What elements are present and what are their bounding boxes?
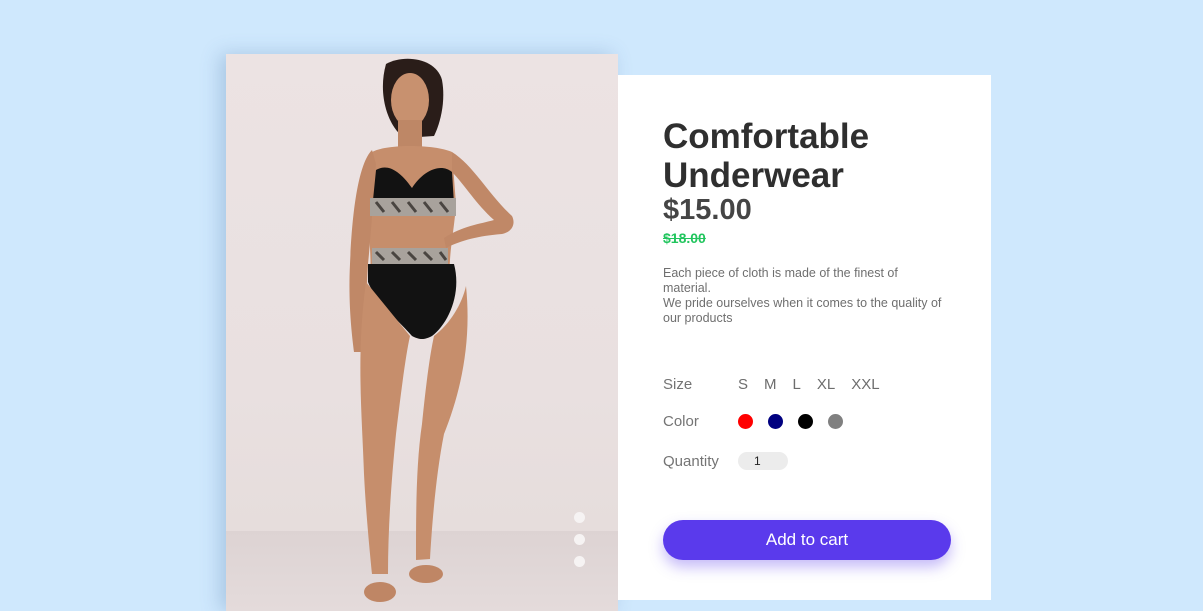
product-price: $15.00	[663, 194, 752, 226]
color-swatches	[738, 414, 843, 429]
product-description: Each piece of cloth is made of the fines…	[663, 266, 948, 326]
product-page: Comfortable Underwear $15.00 $18.00 Each…	[0, 0, 1203, 611]
product-image	[226, 54, 618, 611]
description-line: Each piece of cloth is made of the fines…	[663, 266, 898, 295]
model-figure	[349, 58, 514, 602]
carousel-dots	[574, 512, 585, 567]
size-option-xxl[interactable]: XXL	[851, 376, 879, 393]
size-row: Size S M L XL XXL	[663, 376, 896, 393]
size-option-l[interactable]: L	[793, 376, 801, 393]
size-option-s[interactable]: S	[738, 376, 748, 393]
color-swatch-black[interactable]	[798, 414, 813, 429]
quantity-row: Quantity	[663, 452, 788, 470]
product-details-card: Comfortable Underwear $15.00 $18.00 Each…	[618, 75, 991, 600]
size-option-xl[interactable]: XL	[817, 376, 835, 393]
product-title: Comfortable Underwear	[663, 117, 870, 195]
color-swatch-red[interactable]	[738, 414, 753, 429]
quantity-label: Quantity	[663, 452, 719, 470]
product-old-price: $18.00	[663, 230, 706, 246]
carousel-dot[interactable]	[574, 556, 585, 567]
size-option-m[interactable]: M	[764, 376, 777, 393]
size-options: S M L XL XXL	[738, 376, 896, 393]
description-line: We pride ourselves when it comes to the …	[663, 296, 942, 325]
color-label: Color	[663, 413, 699, 430]
add-to-cart-button[interactable]: Add to cart	[663, 520, 951, 560]
quantity-input[interactable]	[738, 452, 788, 470]
carousel-dot[interactable]	[574, 512, 585, 523]
color-swatch-navy[interactable]	[768, 414, 783, 429]
color-swatch-gray[interactable]	[828, 414, 843, 429]
carousel-dot[interactable]	[574, 534, 585, 545]
color-row: Color	[663, 413, 843, 430]
size-label: Size	[663, 376, 693, 393]
